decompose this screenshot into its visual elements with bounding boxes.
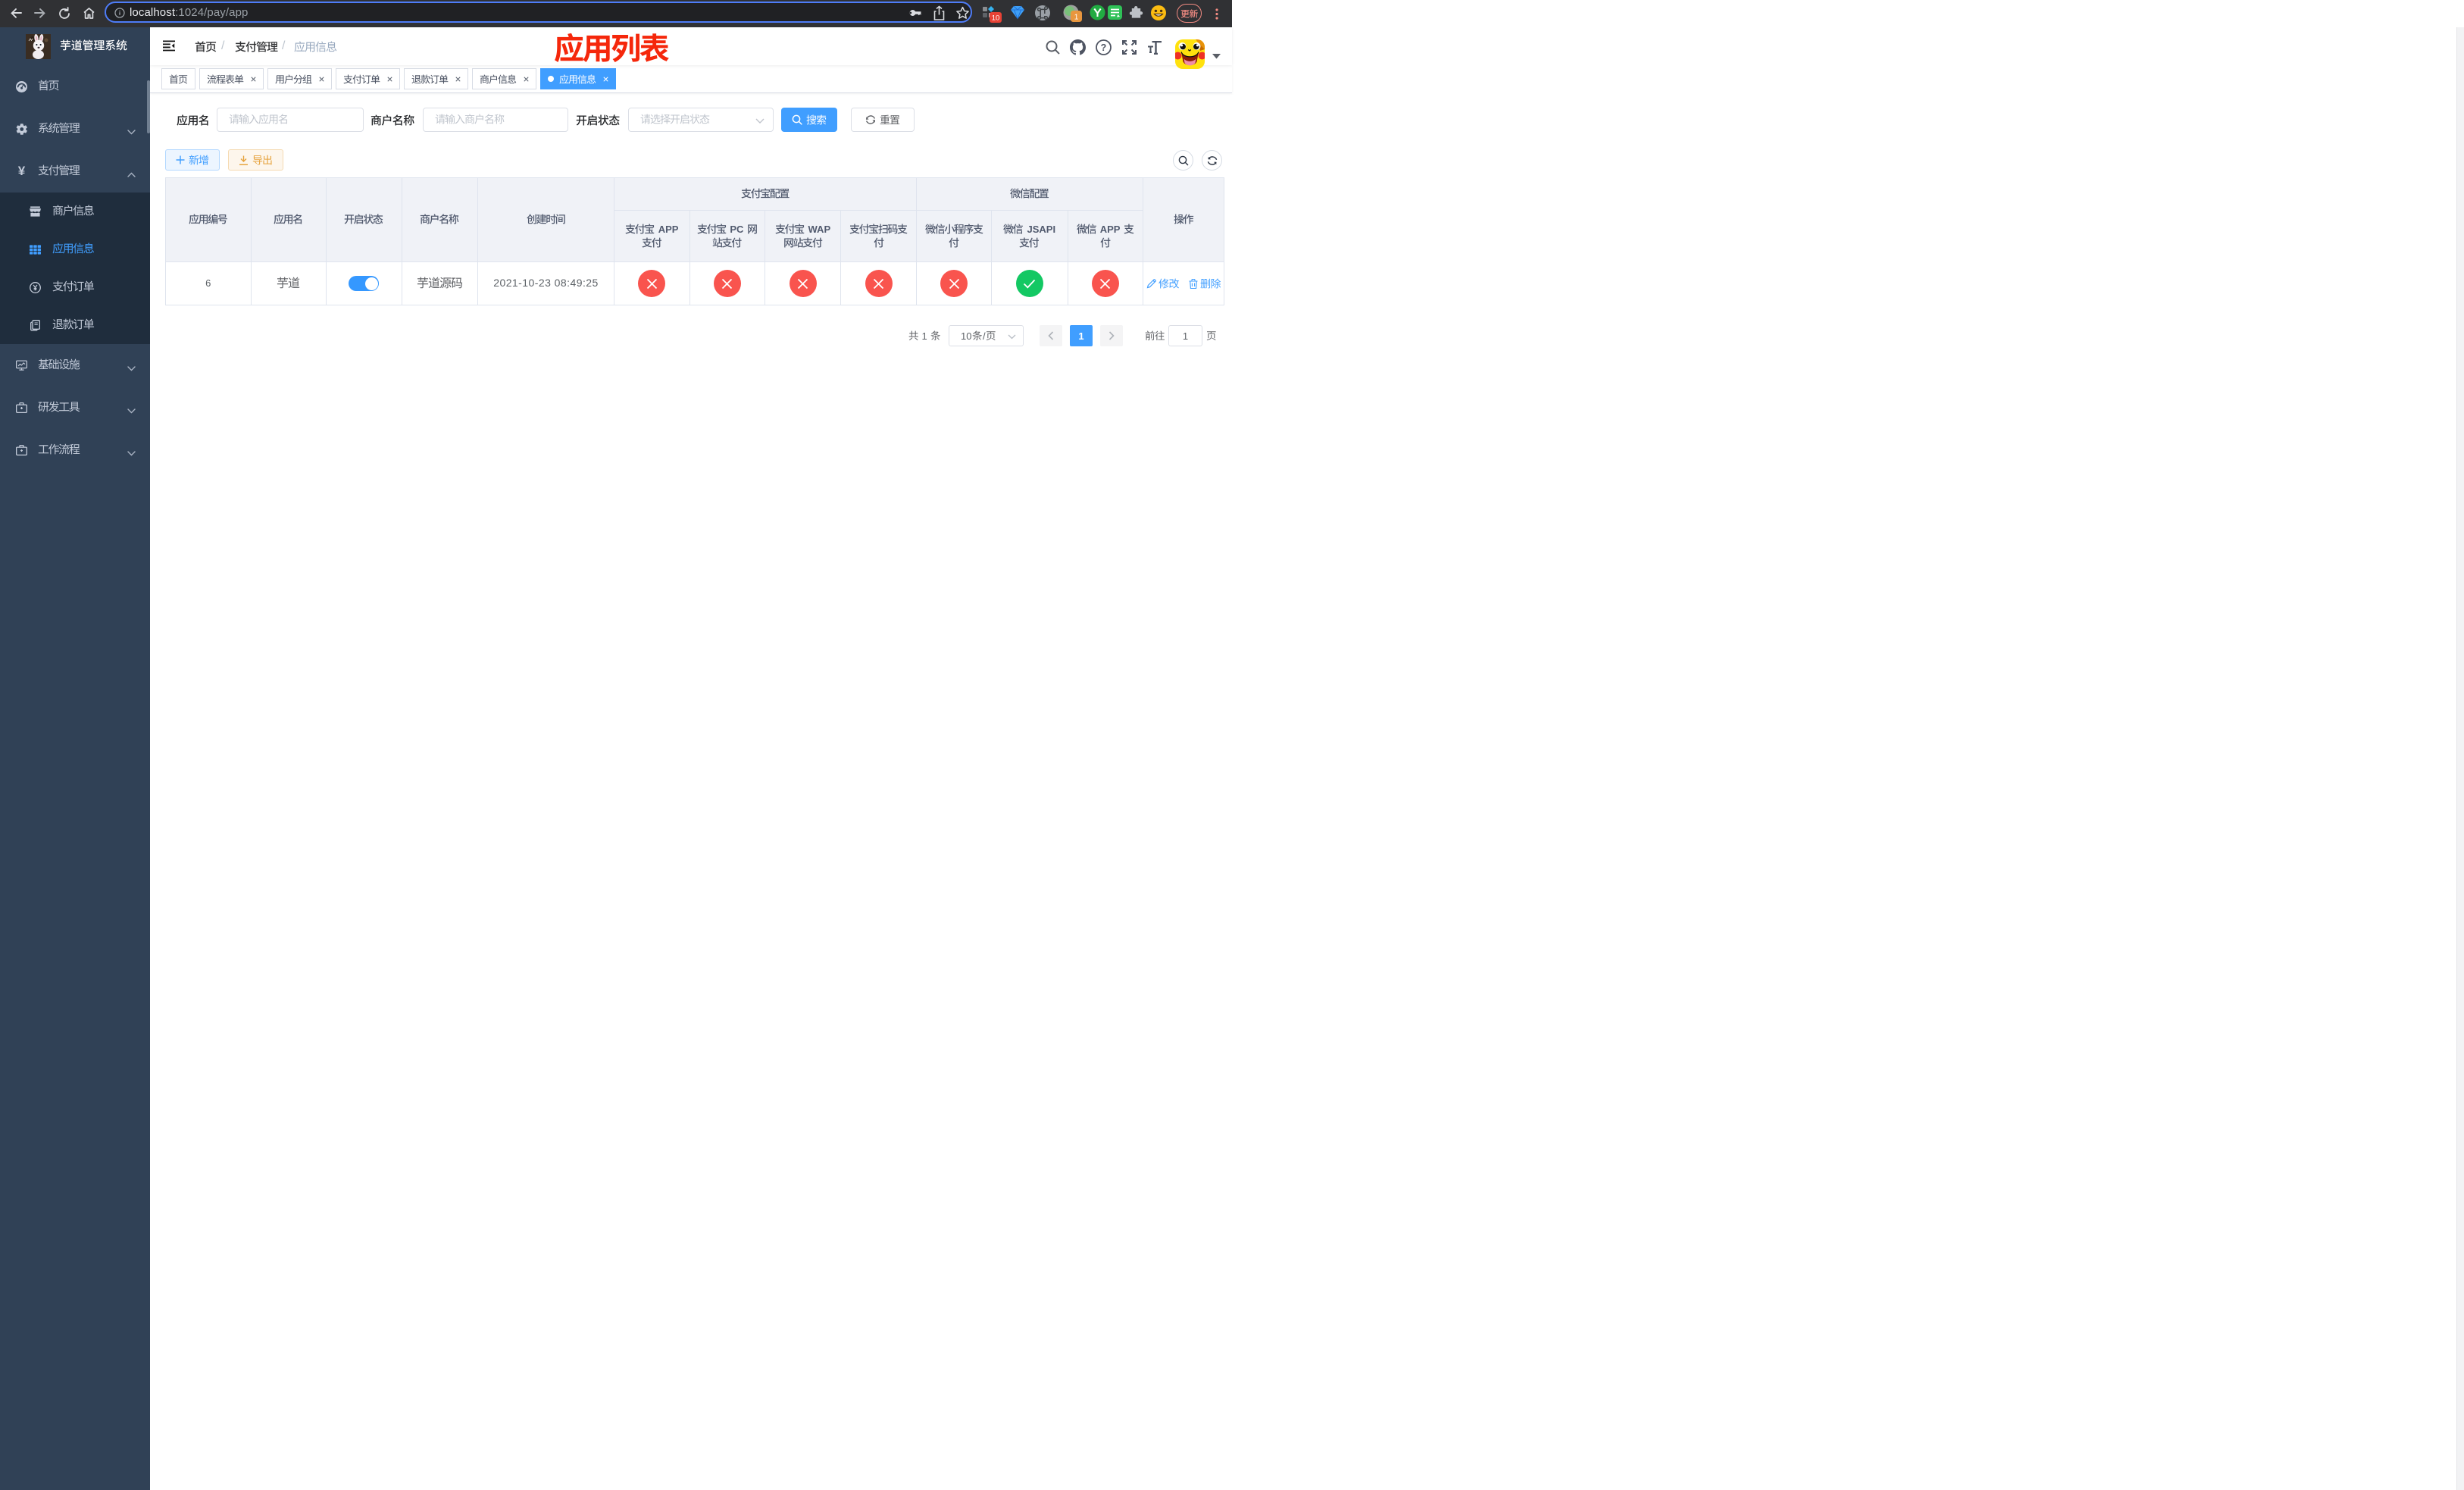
svg-text:10: 10	[992, 14, 1000, 23]
svg-text:1: 1	[1074, 14, 1079, 22]
svg-text:?: ?	[1101, 42, 1107, 53]
